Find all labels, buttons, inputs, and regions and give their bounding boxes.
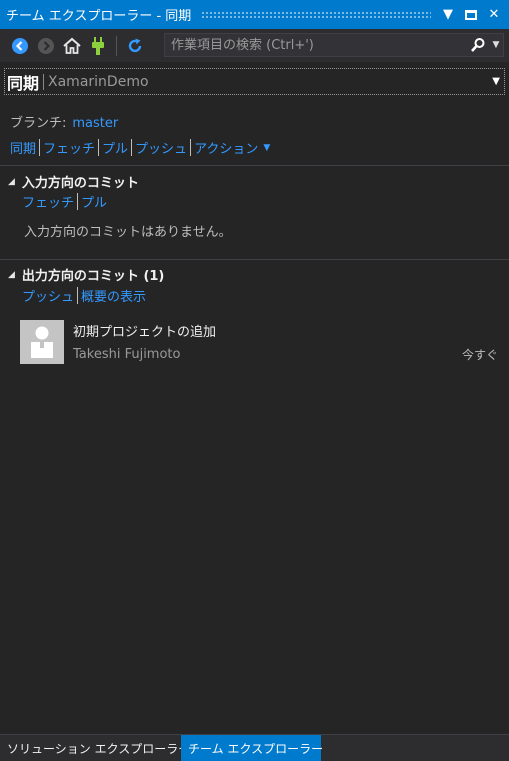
forward-icon[interactable] <box>36 36 56 56</box>
maximize-icon[interactable] <box>465 9 477 20</box>
title-bar[interactable]: チーム エクスプローラー - 同期 ▼ ✕ <box>0 0 509 29</box>
refresh-icon[interactable] <box>125 36 145 56</box>
title-grip[interactable] <box>201 11 431 18</box>
page-header-separator <box>43 73 45 90</box>
link-separator <box>98 139 100 156</box>
search-input[interactable] <box>165 36 467 54</box>
commit-item[interactable]: 初期プロジェクトの追加 Takeshi Fujimoto 今すぐ <box>20 320 500 364</box>
tab-team-explorer[interactable]: チーム エクスプローラー <box>181 735 324 761</box>
collapse-triangle-icon[interactable]: ◢ <box>8 177 15 187</box>
collapse-triangle-icon[interactable]: ◢ <box>8 270 15 280</box>
commit-author: Takeshi Fujimoto <box>73 347 181 362</box>
search-icon[interactable] <box>467 37 489 53</box>
page-dropdown-icon[interactable]: ▼ <box>492 76 504 87</box>
toolbar: ▼ <box>0 29 509 62</box>
incoming-section-header[interactable]: ◢ 入力方向のコミット <box>8 172 139 191</box>
repository-name: XamarinDemo <box>48 73 149 90</box>
view-summary-link[interactable]: 概要の表示 <box>81 286 146 305</box>
user-icon <box>20 320 64 364</box>
fetch-link[interactable]: フェッチ <box>43 138 95 157</box>
page-title: 同期 <box>7 73 40 93</box>
page-header[interactable]: 同期 XamarinDemo ▼ <box>4 68 505 95</box>
action-links: 同期 フェッチ プル プッシュ アクション ▼ <box>10 138 270 157</box>
window-title: チーム エクスプローラー - 同期 <box>6 9 192 24</box>
incoming-fetch-link[interactable]: フェッチ <box>22 192 74 211</box>
actions-dropdown-icon[interactable]: ▼ <box>263 143 270 153</box>
incoming-links: フェッチ プル <box>22 192 107 211</box>
dropdown-icon[interactable]: ▼ <box>441 8 455 21</box>
sync-link[interactable]: 同期 <box>10 138 36 157</box>
toolbar-separator <box>116 35 117 56</box>
divider <box>0 259 509 260</box>
close-icon[interactable]: ✕ <box>487 8 501 21</box>
outgoing-section-header[interactable]: ◢ 出力方向のコミット (1) <box>8 265 164 284</box>
branch-label: ブランチ: <box>10 116 67 131</box>
connect-icon[interactable] <box>88 36 108 56</box>
tab-solution-explorer[interactable]: ソリューション エクスプローラー <box>0 735 190 761</box>
outgoing-push-link[interactable]: プッシュ <box>22 286 74 305</box>
tab-label: ソリューション エクスプローラー <box>7 741 191 756</box>
commit-message: 初期プロジェクトの追加 <box>73 325 217 340</box>
bottom-tab-strip: ソリューション エクスプローラー チーム エクスプローラー <box>0 734 509 761</box>
branch-link[interactable]: master <box>72 116 118 131</box>
link-separator <box>190 139 192 156</box>
avatar <box>20 320 64 364</box>
search-options-dropdown-icon[interactable]: ▼ <box>489 40 503 50</box>
tab-label: チーム エクスプローラー <box>188 741 324 756</box>
link-separator <box>77 193 79 210</box>
back-icon[interactable] <box>10 36 30 56</box>
outgoing-links: プッシュ 概要の表示 <box>22 286 146 305</box>
link-separator <box>77 287 79 304</box>
outgoing-title: 出力方向のコミット (1) <box>21 269 165 284</box>
incoming-pull-link[interactable]: プル <box>81 192 107 211</box>
commit-time: 今すぐ <box>461 348 498 362</box>
branch-info: ブランチ: master <box>10 112 118 131</box>
actions-menu[interactable]: アクション <box>194 138 258 157</box>
link-separator <box>131 139 133 156</box>
link-separator <box>39 139 41 156</box>
incoming-empty-message: 入力方向のコミットはありません。 <box>24 225 232 240</box>
incoming-title: 入力方向のコミット <box>21 176 139 191</box>
home-icon[interactable] <box>62 36 82 56</box>
team-explorer-window: チーム エクスプローラー - 同期 ▼ ✕ ▼ <box>0 0 509 761</box>
search-box[interactable]: ▼ <box>164 33 504 57</box>
divider <box>0 165 509 166</box>
pull-link[interactable]: プル <box>102 138 128 157</box>
push-link[interactable]: プッシュ <box>135 138 187 157</box>
